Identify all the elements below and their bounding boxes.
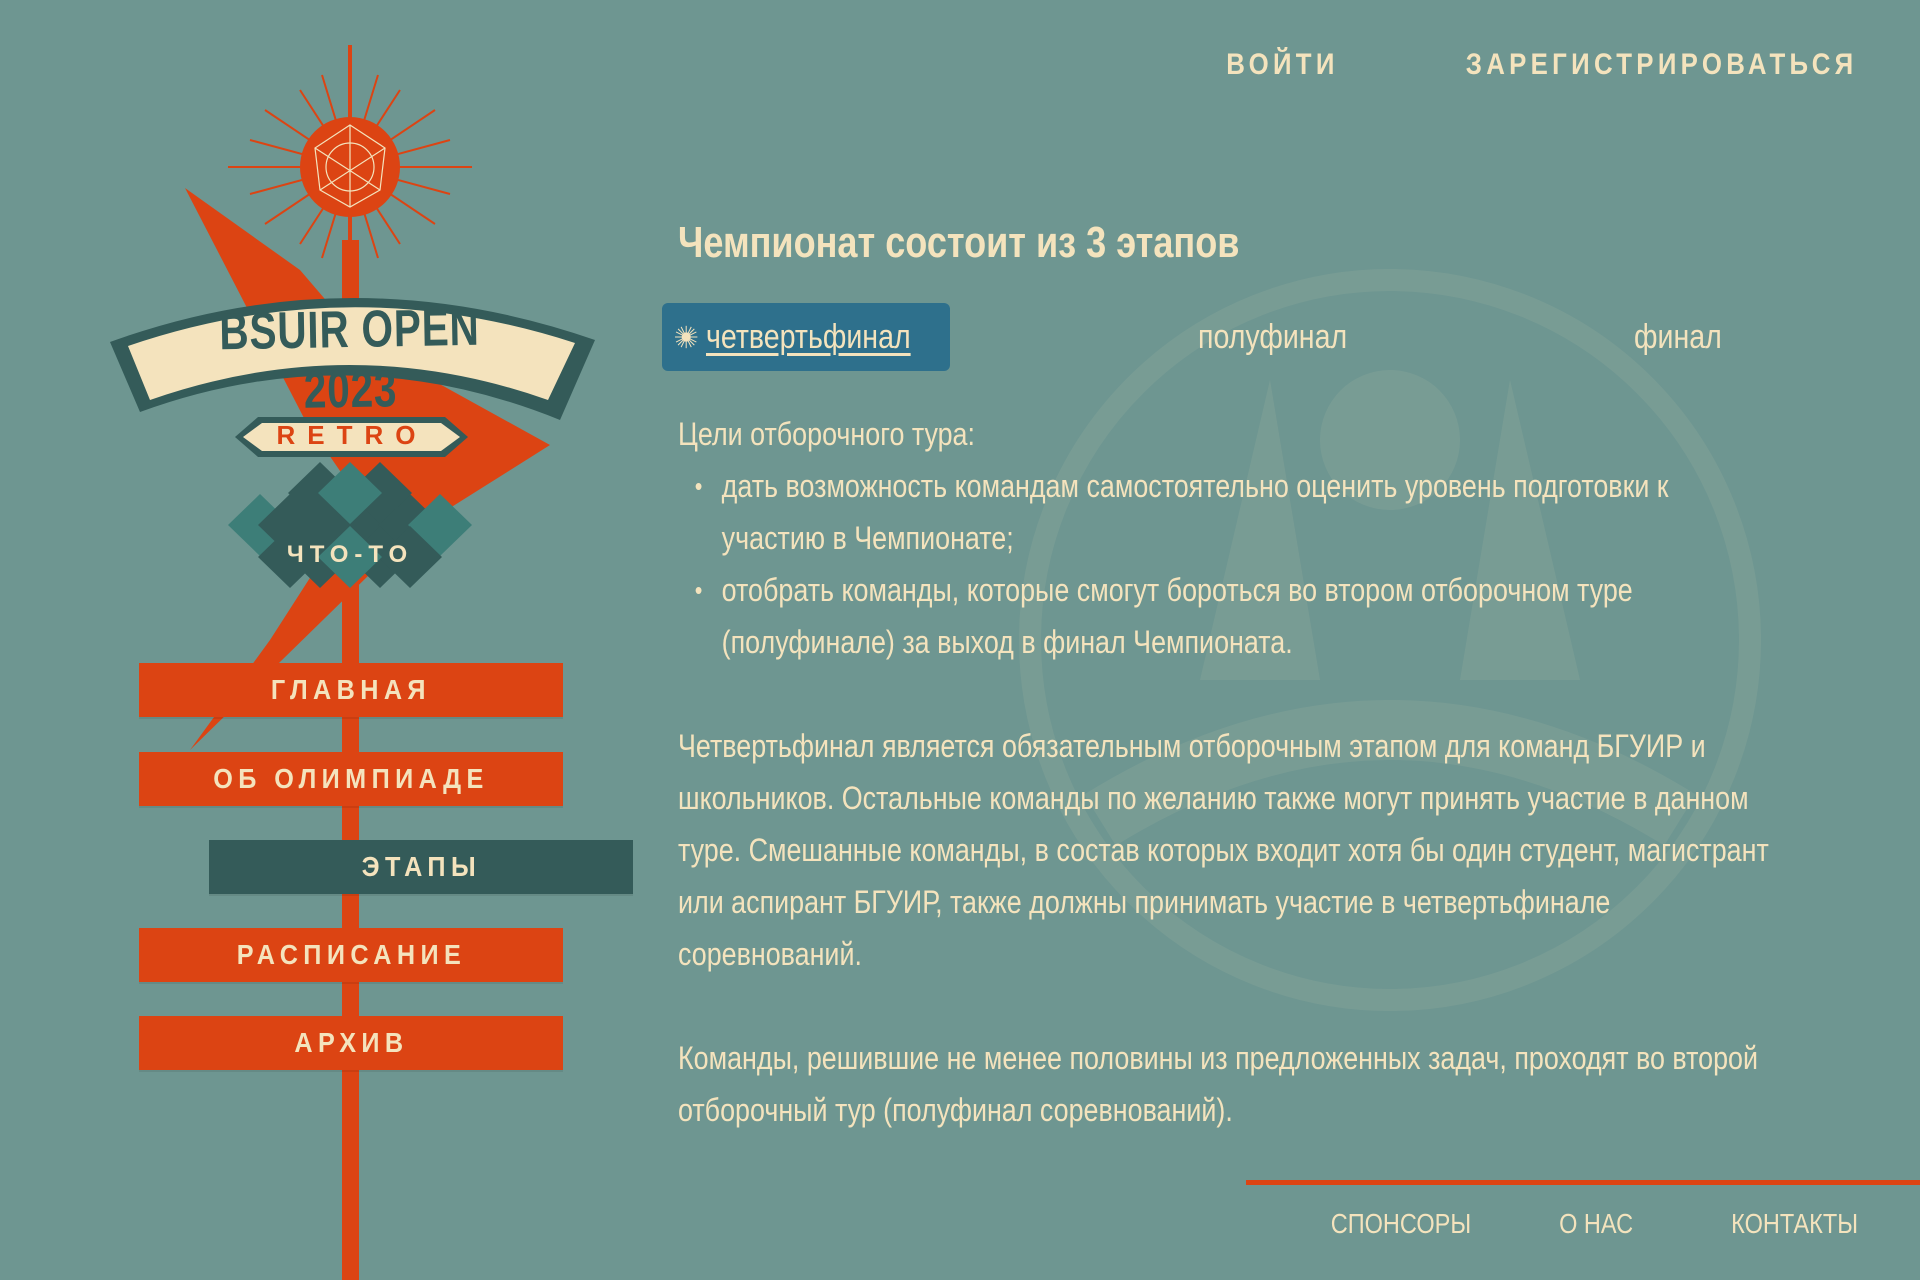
goals-list: дать возможность командам самостоятельно… xyxy=(678,460,1778,668)
menu-item-archive[interactable]: АРХИВ xyxy=(139,1016,563,1070)
tab-semifinal[interactable]: полуфинал xyxy=(1198,303,1376,371)
menu-item-schedule[interactable]: РАСПИСАНИЕ xyxy=(139,928,563,982)
menu-item-label: ОБ ОЛИМПИАДЕ xyxy=(213,763,489,794)
sign-graphic xyxy=(110,45,595,1280)
menu-item-label: ГЛАВНАЯ xyxy=(270,674,432,705)
menu-item-stages[interactable]: ЭТАПЫ xyxy=(209,840,633,894)
qualification-paragraph: Команды, решившие не менее половины из п… xyxy=(678,1040,1758,1128)
menu-item-label: РАСПИСАНИЕ xyxy=(236,939,466,970)
logo-subtitle: RETRO xyxy=(276,420,428,450)
stage-tabs: четвертьфинал полуфинал финал xyxy=(662,303,1862,373)
tab-label: четвертьфинал xyxy=(706,317,912,356)
login-link[interactable]: ВОЙТИ xyxy=(1226,48,1338,82)
footer-nav: СПОНСОРЫ О НАС КОНТАКТЫ xyxy=(1304,1208,1858,1240)
tab-label: полуфинал xyxy=(1198,317,1348,356)
menu-item-label: ЭТАПЫ xyxy=(361,851,481,882)
sidebar-sign: BSUIR OPEN 2023 RETRO ЧТО-ТО ГЛАВНАЯ ОБ … xyxy=(0,0,660,1280)
description-paragraph: Четвертьфинал является обязательным отбо… xyxy=(678,728,1769,972)
footer-divider xyxy=(1246,1180,1920,1185)
menu-item-about[interactable]: ОБ ОЛИМПИАДЕ xyxy=(139,752,563,806)
menu-item-home[interactable]: ГЛАВНАЯ xyxy=(139,663,563,717)
logo-tag: ЧТО-ТО xyxy=(286,541,414,568)
sunburst-icon xyxy=(675,325,698,349)
page-title: Чемпионат состоит из 3 этапов xyxy=(678,218,1240,267)
stage-content: Цели отборочного тура: дать возможность … xyxy=(678,408,1778,1136)
footer-link-contacts[interactable]: КОНТАКТЫ xyxy=(1731,1208,1858,1240)
tab-quarterfinal[interactable]: четвертьфинал xyxy=(662,303,950,371)
goals-heading: Цели отборочного тура: xyxy=(678,416,975,452)
tab-final[interactable]: финал xyxy=(1634,303,1739,371)
footer-link-about[interactable]: О НАС xyxy=(1559,1208,1633,1240)
logo-title: BSUIR OPEN 2023 xyxy=(218,298,481,420)
list-item: дать возможность командам самостоятельно… xyxy=(695,460,1779,564)
list-item: отобрать команды, которые смогут боротьс… xyxy=(695,564,1779,668)
footer-link-sponsors[interactable]: СПОНСОРЫ xyxy=(1330,1208,1470,1240)
tab-label: финал xyxy=(1634,317,1722,356)
top-nav: ВОЙТИ ЗАРЕГИСТРИРОВАТЬСЯ xyxy=(1208,48,1858,82)
menu-item-label: АРХИВ xyxy=(293,1027,409,1058)
register-link[interactable]: ЗАРЕГИСТРИРОВАТЬСЯ xyxy=(1466,48,1858,82)
